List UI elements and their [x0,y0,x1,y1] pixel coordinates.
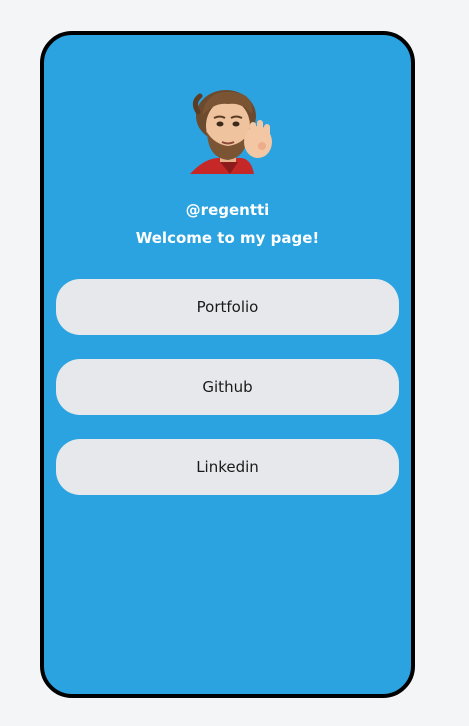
github-button[interactable]: Github [56,359,399,415]
linkedin-button[interactable]: Linkedin [56,439,399,495]
profile-handle: @regentti [185,201,270,219]
portfolio-button[interactable]: Portfolio [56,279,399,335]
profile-card: @regentti Welcome to my page! Portfolio … [40,31,415,698]
avatar [180,82,280,182]
memoji-avatar-icon [190,90,272,174]
welcome-message: Welcome to my page! [135,229,320,247]
